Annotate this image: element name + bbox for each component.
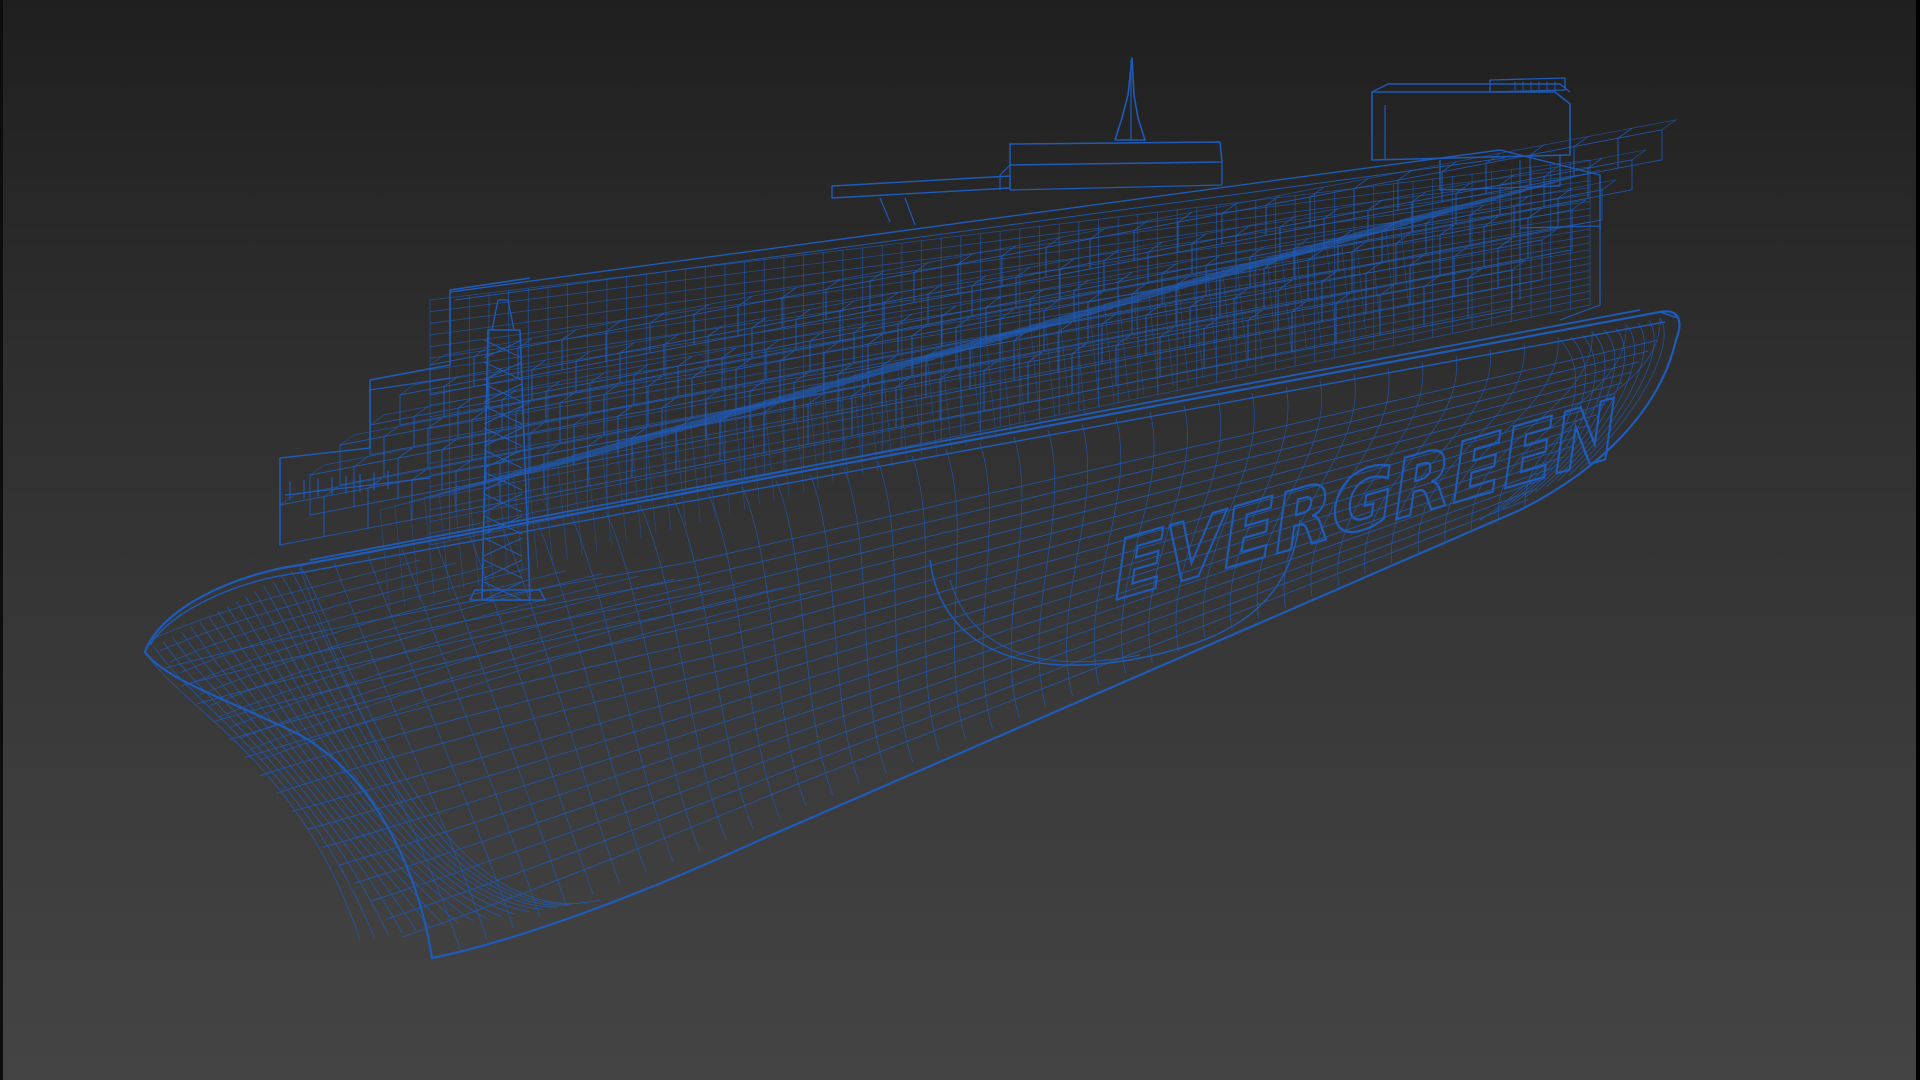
hull-section [537, 524, 647, 873]
ship-hull [143, 310, 1681, 960]
cargo-horizontal [429, 221, 1591, 406]
cargo-hatch-v [823, 383, 834, 484]
cargo-hatch-v [985, 337, 997, 438]
funnel-house [1371, 91, 1571, 161]
cargo-hatch-v [1104, 304, 1115, 405]
container-column [1379, 286, 1425, 336]
container-column [605, 322, 651, 362]
hull-waterline [386, 488, 1538, 920]
bow-mesh [190, 626, 431, 929]
cargo-hatch-v [704, 417, 716, 518]
hull-section [1010, 436, 1023, 719]
bow-mesh-cross [149, 559, 421, 641]
bow-mesh [153, 646, 375, 938]
cargo-hatch-v [1089, 308, 1100, 409]
cargo-hatch-v [468, 484, 480, 585]
hull-section [435, 542, 567, 906]
container-column [1089, 230, 1135, 270]
bridge-house-edge [999, 164, 1011, 190]
bridge-house-top [1009, 141, 1223, 166]
midship-arc-inner [949, 579, 1141, 663]
hull-section [979, 442, 993, 730]
container-column [323, 487, 369, 538]
hull-waterline [401, 498, 1529, 938]
cargo-hatch-v [557, 459, 568, 560]
cargo-horizontal [429, 173, 1591, 324]
container-column [1177, 213, 1223, 253]
container-column [279, 496, 325, 546]
hull-section [877, 461, 914, 763]
3d-viewport[interactable]: EVERGREEN [0, 0, 1920, 1080]
container-column [649, 314, 695, 354]
bow-mesh [162, 641, 389, 936]
bridge-strut [879, 197, 891, 223]
cargo-hatch-v [630, 438, 642, 539]
bow-mesh [290, 570, 586, 905]
stack-end [1519, 225, 1601, 321]
cargo-horizontal [429, 242, 1591, 441]
mast [1114, 57, 1146, 141]
container-column [1617, 129, 1663, 169]
container-column [825, 280, 871, 320]
cargo-hatch-v [1000, 333, 1012, 434]
container-column [517, 339, 563, 379]
bridge-wing [831, 175, 1011, 199]
hull-section [843, 467, 887, 774]
bow-mesh-cross [209, 575, 639, 706]
bridge-superstructure [831, 57, 1571, 226]
cargo-horizontal [429, 201, 1591, 371]
cargo-hatch-v [926, 354, 938, 455]
container-column [807, 395, 853, 445]
container-column [763, 403, 809, 454]
container-column [1587, 159, 1633, 199]
hull-section [945, 449, 967, 741]
bridge-house [1009, 162, 1223, 191]
container-ship-wireframe[interactable]: EVERGREEN [143, 57, 1681, 960]
hull-section [1066, 424, 1089, 696]
container-column [1291, 302, 1337, 353]
container-column [1397, 171, 1443, 211]
stack-step-line [369, 377, 451, 448]
cargo-hatch-v [616, 442, 627, 543]
container-column [1045, 238, 1091, 278]
bridge-strut [904, 197, 916, 226]
hull-section [741, 486, 807, 807]
cargo-hatch-v [867, 371, 879, 472]
container-column [1159, 328, 1205, 378]
hull-waterline [197, 361, 1640, 705]
stack-step-line [284, 477, 431, 496]
bow-mesh [281, 575, 572, 906]
hull-section [673, 499, 754, 829]
stack-step-outline [279, 277, 531, 545]
hull-lettering: EVERGREEN [1112, 381, 1618, 619]
container-column [561, 330, 607, 371]
hull-section [1038, 430, 1056, 708]
container-column [719, 412, 765, 462]
container-column [1027, 353, 1073, 403]
bow-mesh-cross [229, 581, 712, 728]
bow-mesh [144, 651, 361, 941]
hull-section [571, 517, 674, 862]
wireframe-scene[interactable]: EVERGREEN [0, 0, 1920, 1080]
bow-mesh [199, 621, 445, 927]
funnel-cap [1489, 77, 1566, 93]
